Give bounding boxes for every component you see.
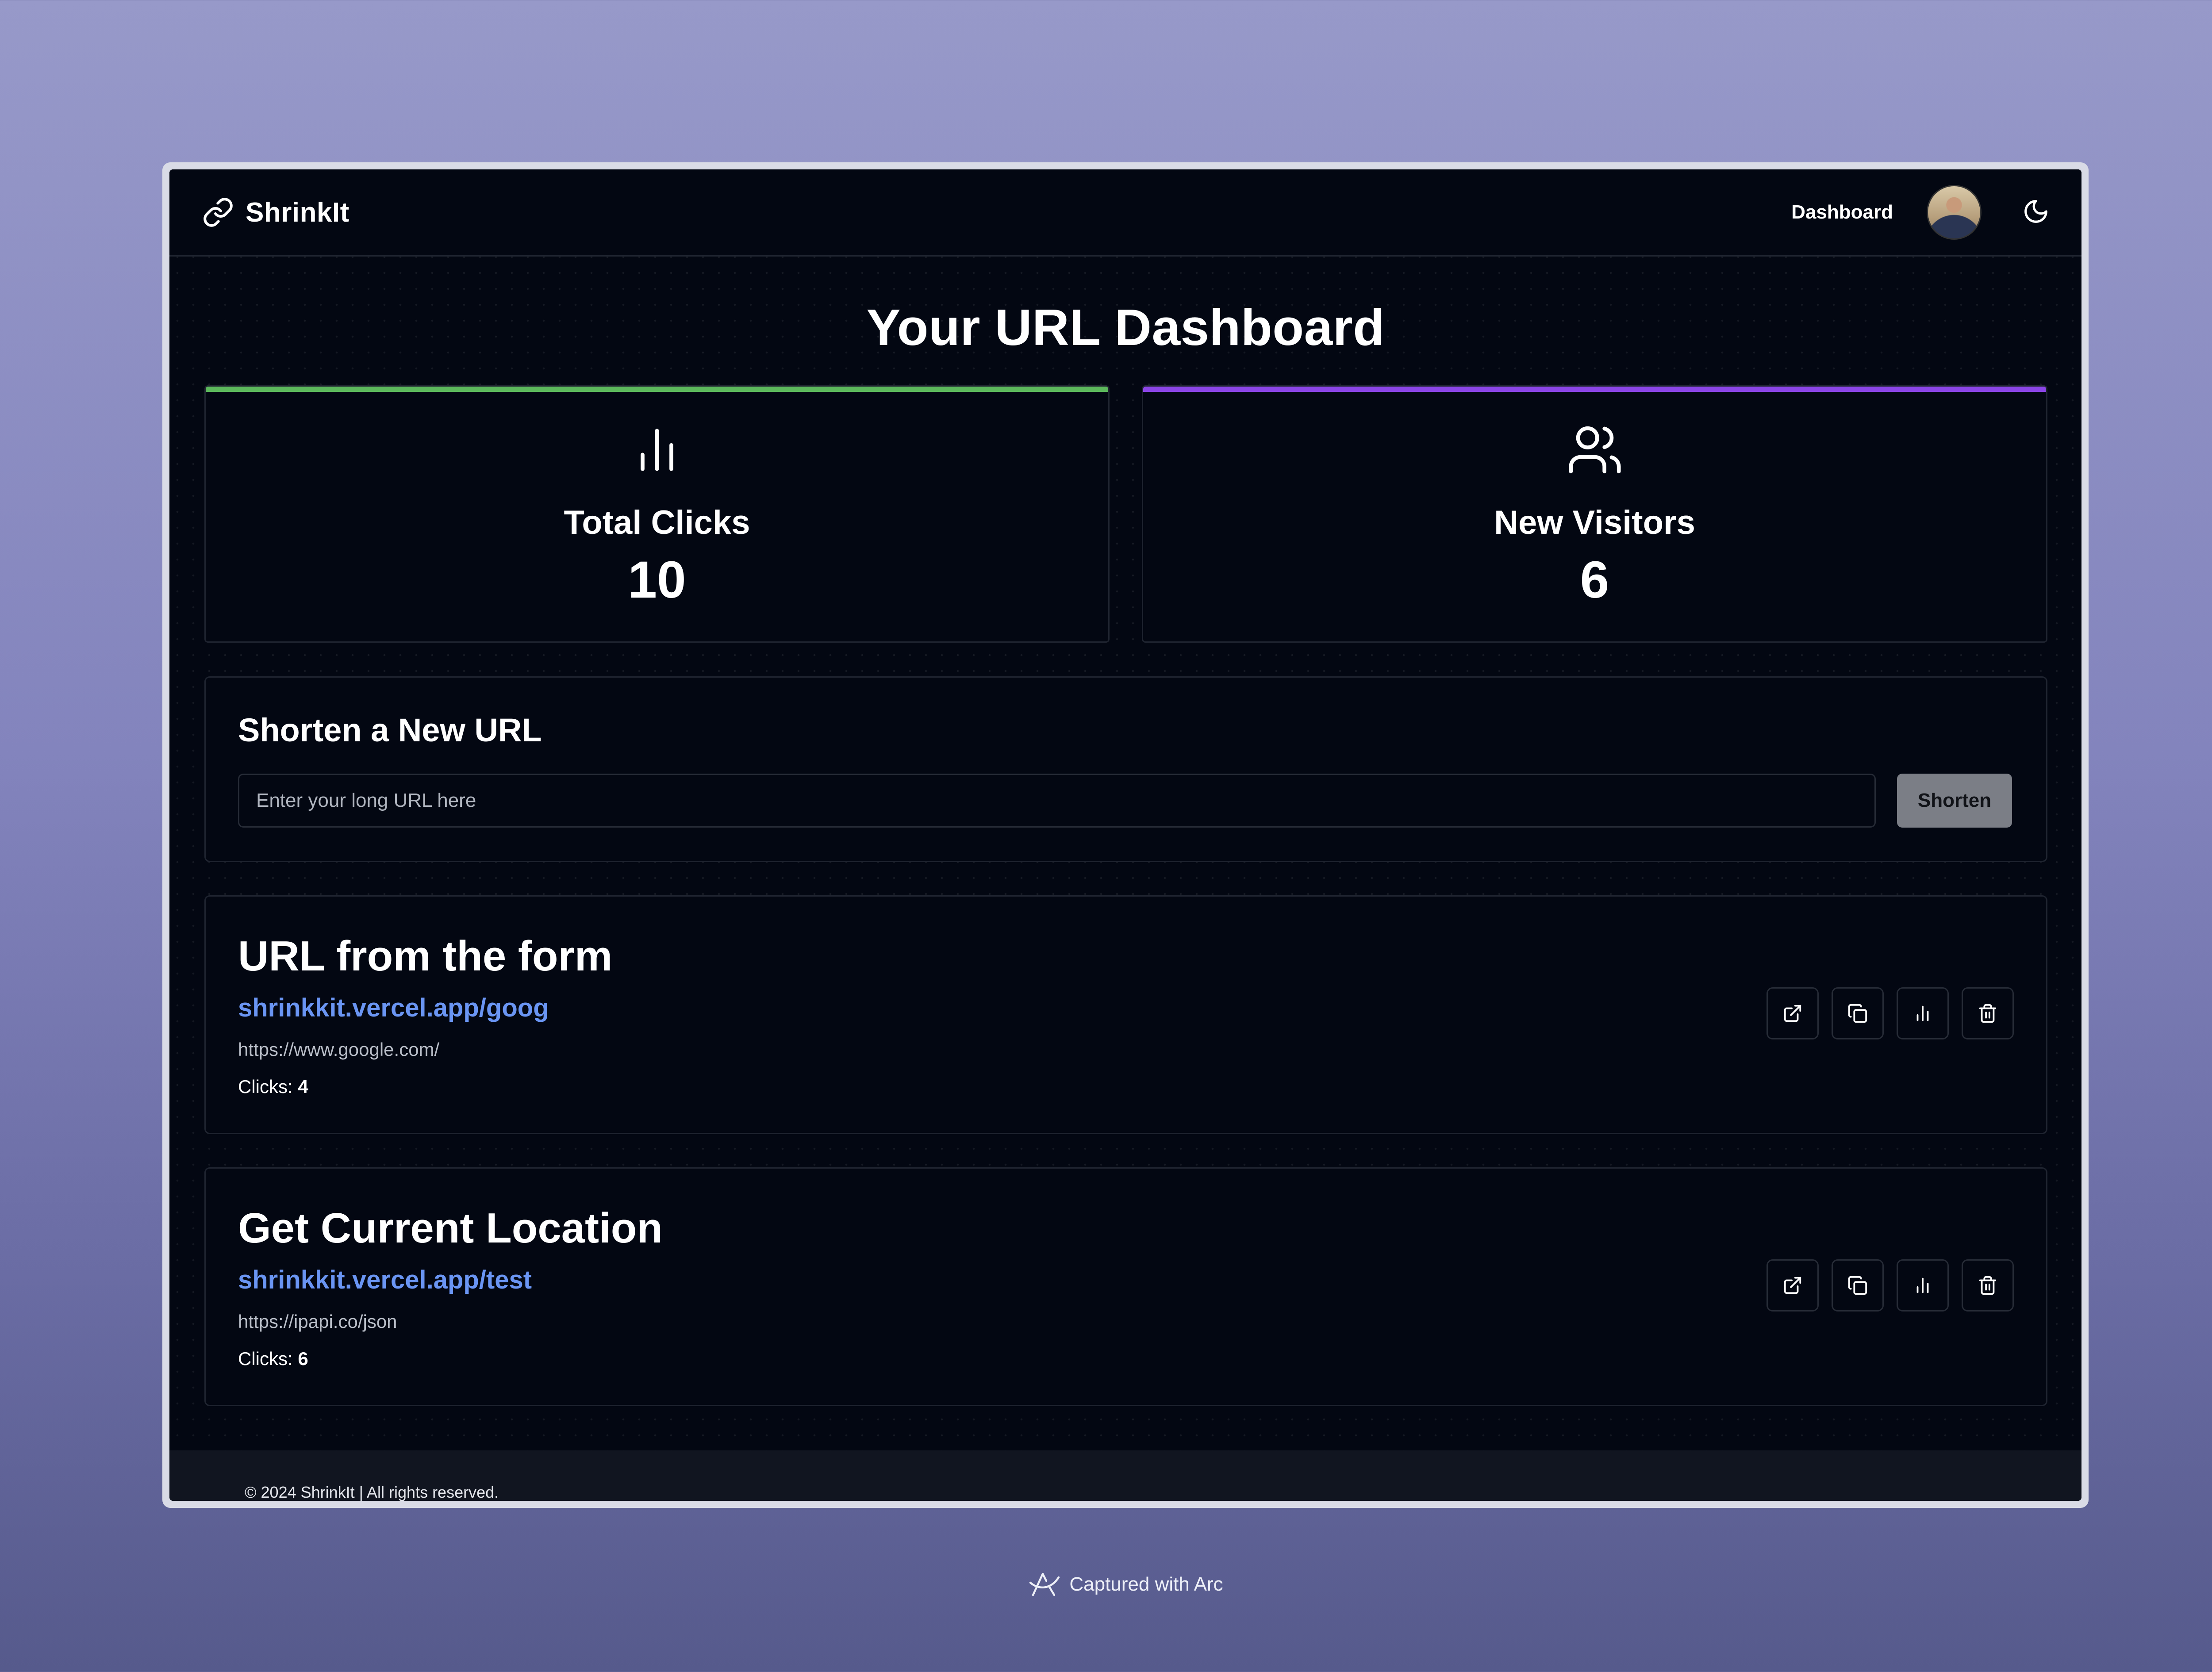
users-icon xyxy=(1569,426,1621,474)
stat-card-new-visitors: New Visitors 6 xyxy=(1142,385,2047,643)
clicks-label: Clicks: xyxy=(238,1348,293,1369)
footer-copyright: © 2024 ShrinkIt | All rights reserved. xyxy=(245,1483,499,1501)
short-url-link[interactable]: shrinkkit.vercel.app/goog xyxy=(238,993,549,1023)
theme-toggle-button[interactable] xyxy=(2022,198,2050,227)
avatar[interactable] xyxy=(1927,185,1982,240)
click-count: Clicks: 4 xyxy=(238,1076,308,1097)
copy-icon xyxy=(1848,1004,1867,1023)
capture-text: Captured with Arc xyxy=(1069,1573,1223,1595)
navbar: ShrinkIt Dashboard xyxy=(169,169,2081,257)
url-card: URL from the form shrinkkit.vercel.app/g… xyxy=(204,895,2047,1134)
analytics-button[interactable] xyxy=(1897,1259,1949,1312)
bar-chart-icon xyxy=(1916,1277,1929,1293)
clicks-value: 6 xyxy=(298,1348,308,1369)
trash-icon xyxy=(1979,1276,1997,1295)
brand[interactable]: ShrinkIt xyxy=(202,196,349,228)
brand-name: ShrinkIt xyxy=(246,197,349,228)
url-title: URL from the form xyxy=(238,932,613,980)
stat-accent-bar xyxy=(206,387,1108,392)
stat-accent-bar xyxy=(1143,387,2046,392)
nav-dashboard-link[interactable]: Dashboard xyxy=(1791,201,1893,223)
app-window: ShrinkIt Dashboard Your URL Dashboard To… xyxy=(169,169,2081,1501)
click-count: Clicks: 6 xyxy=(238,1348,308,1369)
footer: © 2024 ShrinkIt | All rights reserved. xyxy=(169,1450,2081,1501)
delete-button[interactable] xyxy=(1962,1259,2014,1312)
stat-value: 6 xyxy=(1580,551,1609,609)
open-link-button[interactable] xyxy=(1767,1259,1819,1312)
shorten-title: Shorten a New URL xyxy=(238,712,542,748)
clicks-value: 4 xyxy=(298,1076,308,1097)
copy-button[interactable] xyxy=(1832,987,1884,1039)
original-url: https://ipapi.co/json xyxy=(238,1311,397,1332)
bar-chart-icon xyxy=(1916,1005,1929,1021)
external-link-icon xyxy=(1784,1277,1801,1294)
delete-button[interactable] xyxy=(1962,987,2014,1039)
trash-icon xyxy=(1979,1004,1997,1023)
nav-right: Dashboard xyxy=(1791,185,2050,240)
analytics-button[interactable] xyxy=(1897,987,1949,1039)
copy-icon xyxy=(1848,1276,1867,1295)
page-title: Your URL Dashboard xyxy=(866,299,1385,356)
short-url-link[interactable]: shrinkkit.vercel.app/test xyxy=(238,1265,532,1295)
url-actions xyxy=(1767,987,2014,1039)
original-url: https://www.google.com/ xyxy=(238,1039,440,1060)
clicks-label: Clicks: xyxy=(238,1076,293,1097)
moon-icon xyxy=(2024,199,2047,223)
arc-logo-icon xyxy=(1029,1572,1060,1596)
long-url-input[interactable] xyxy=(238,774,1876,828)
shorten-url-card: Shorten a New URL Shorten xyxy=(204,676,2047,862)
link-icon xyxy=(204,198,233,227)
url-title: Get Current Location xyxy=(238,1204,663,1252)
external-link-icon xyxy=(1784,1005,1801,1022)
stat-label: Total Clicks xyxy=(564,504,750,541)
open-link-button[interactable] xyxy=(1767,987,1819,1039)
stat-label: New Visitors xyxy=(1494,504,1695,541)
bar-chart-icon xyxy=(641,429,673,471)
url-card: Get Current Location shrinkkit.vercel.ap… xyxy=(204,1167,2047,1406)
browser-frame: ShrinkIt Dashboard Your URL Dashboard To… xyxy=(162,162,2089,1508)
shorten-button[interactable]: Shorten xyxy=(1897,774,2012,828)
stat-value: 10 xyxy=(628,551,686,609)
capture-watermark: Captured with Arc xyxy=(0,1570,2212,1599)
stat-card-total-clicks: Total Clicks 10 xyxy=(204,385,1110,643)
copy-button[interactable] xyxy=(1832,1259,1884,1312)
url-actions xyxy=(1767,1259,2014,1312)
